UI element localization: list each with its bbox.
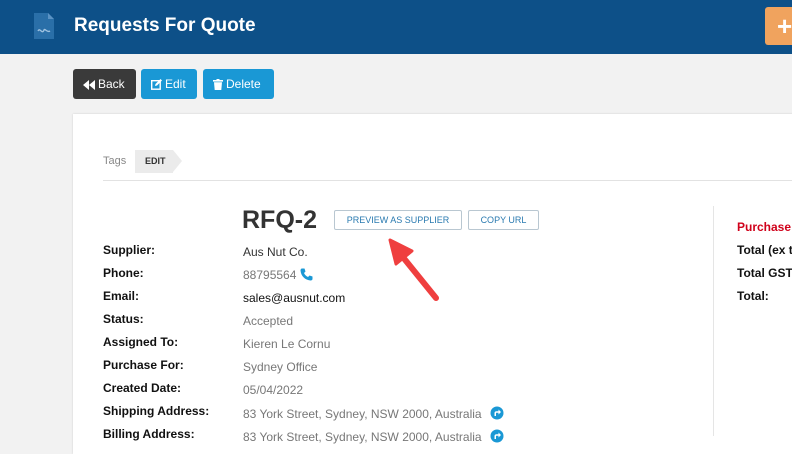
directions-icon[interactable] [490,406,504,420]
copy-url-button[interactable]: COPY URL [468,210,539,230]
phone-value: 88795564 [243,268,297,282]
phone-icon[interactable] [300,268,313,281]
document-icon [34,13,54,39]
double-chevron-left-icon [83,80,95,90]
delete-button[interactable]: Delete [203,69,274,99]
total-gst-label: Total GST [737,266,792,280]
created-date-label: Created Date: [103,381,182,395]
shipping-address-row: 83 York Street, Sydney, NSW 2000, Austra… [243,406,504,421]
billing-address-label: Billing Address: [103,427,195,441]
edit-button[interactable]: Edit [141,69,197,99]
status-label: Status: [103,312,144,326]
rfq-number: RFQ-2 [242,206,317,234]
billing-address-row: 83 York Street, Sydney, NSW 2000, Austra… [243,429,504,444]
billing-address-value: 83 York Street, Sydney, NSW 2000, Austra… [243,430,482,444]
purchase-for-value: Sydney Office [243,360,318,374]
total-ex-tax-label: Total (ex t [737,243,792,257]
edit-label: Edit [165,77,186,91]
shipping-address-label: Shipping Address: [103,404,210,418]
edit-icon [150,79,162,90]
preview-as-supplier-button[interactable]: PREVIEW AS SUPPLIER [334,210,462,230]
supplier-value: Aus Nut Co. [243,245,308,259]
purchase-for-label: Purchase For: [103,358,184,372]
status-value: Accepted [243,314,294,328]
edit-tags-button[interactable]: EDIT [135,150,182,173]
shipping-address-value: 83 York Street, Sydney, NSW 2000, Austra… [243,407,482,421]
phone-row: 88795564 [243,268,313,282]
delete-label: Delete [226,77,261,91]
column-divider [713,206,714,436]
add-button[interactable]: + [765,7,792,45]
annotation-arrow-icon [388,238,439,301]
divider [103,180,792,181]
tags-label: Tags [103,155,127,167]
top-bar: Requests For Quote + [0,0,792,54]
directions-icon[interactable] [490,429,504,443]
email-label: Email: [103,289,140,303]
page-title: Requests For Quote [74,15,256,36]
total-label: Total: [737,289,769,303]
purchase-heading: Purchase [737,220,792,234]
assigned-to-label: Assigned To: [103,335,179,349]
created-date-value: 05/04/2022 [243,383,304,397]
back-button[interactable]: Back [73,69,136,99]
phone-label: Phone: [103,266,144,280]
trash-icon [213,79,223,90]
supplier-label: Supplier: [103,243,156,257]
assigned-to-value: Kieren Le Cornu [243,337,331,351]
email-value[interactable]: sales@ausnut.com [243,291,345,305]
back-label: Back [98,77,125,91]
